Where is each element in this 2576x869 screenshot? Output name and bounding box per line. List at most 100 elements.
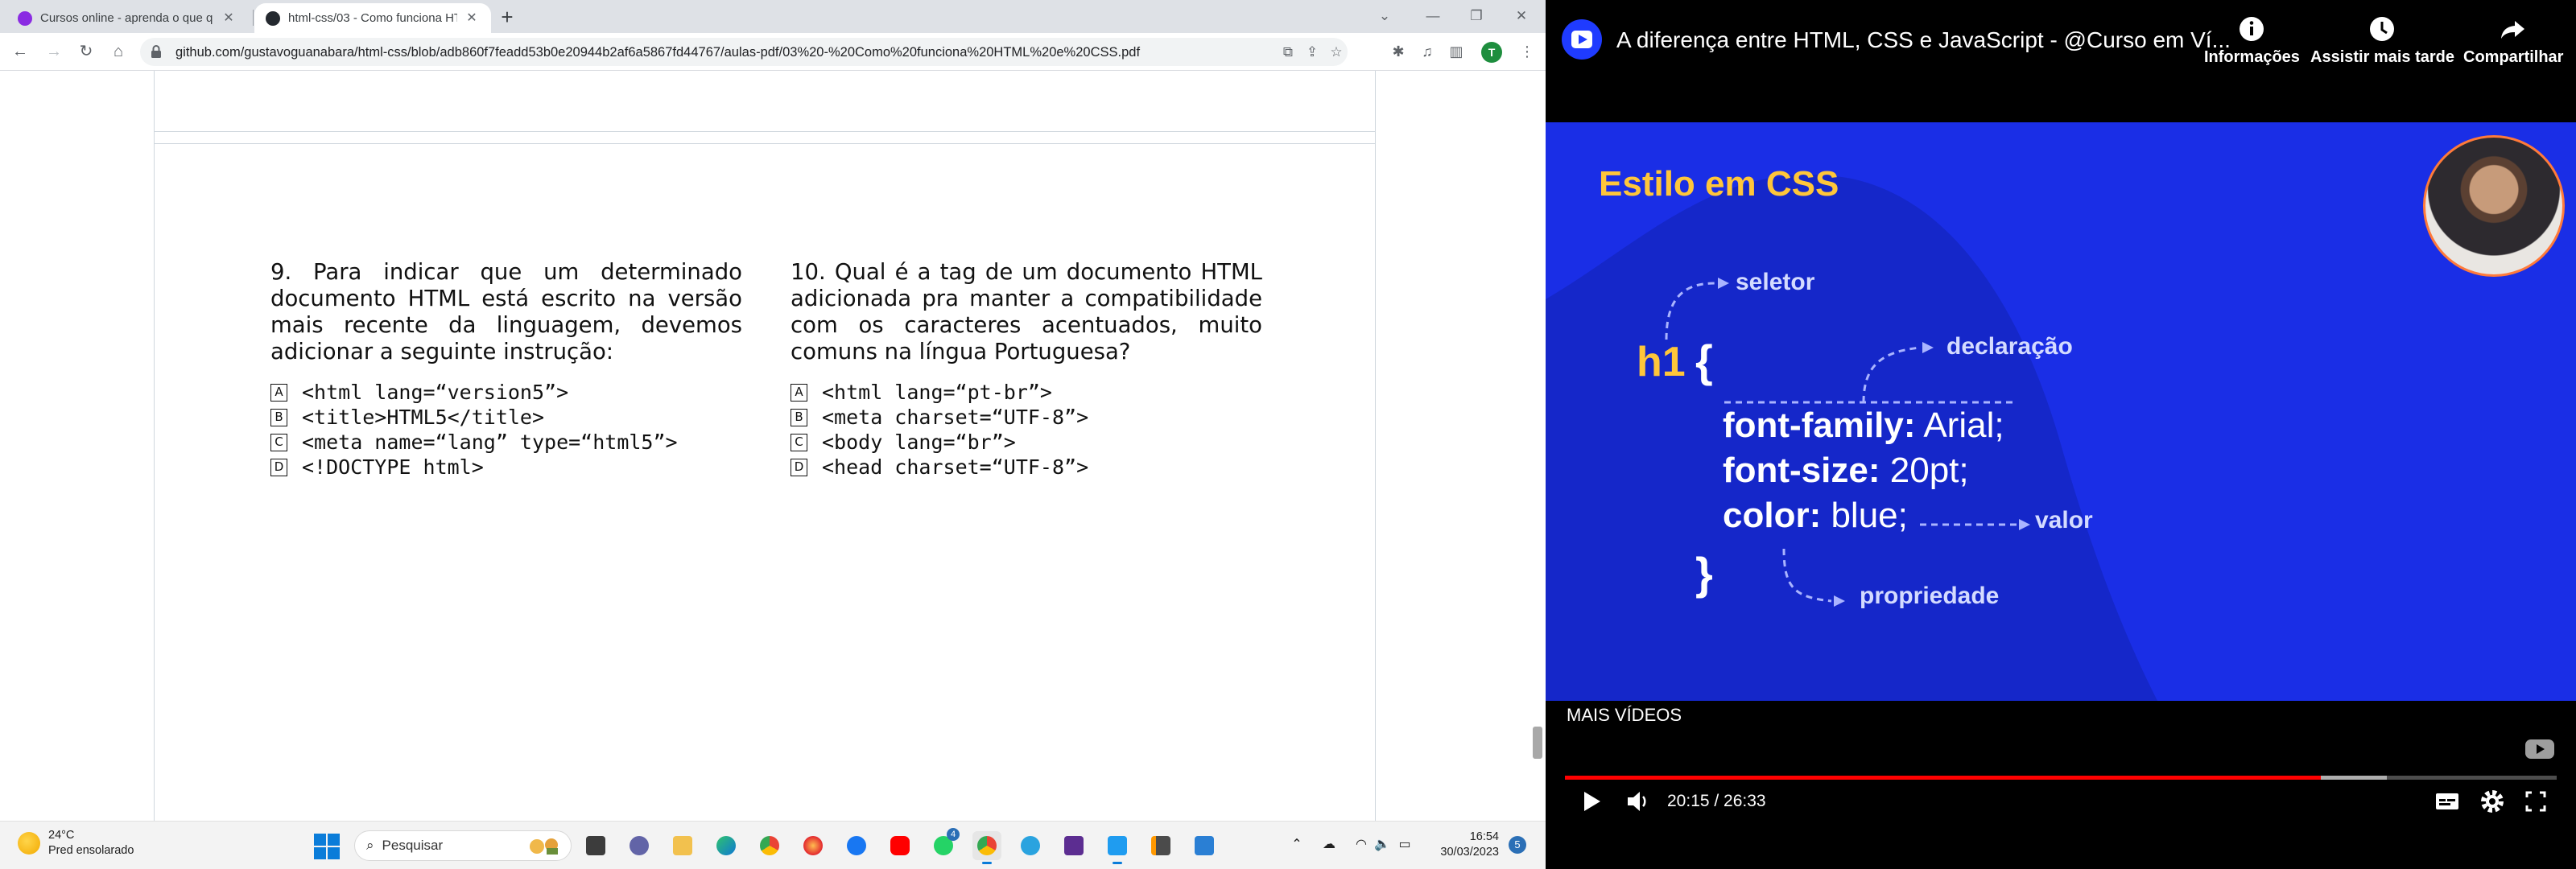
option-letter: A	[270, 383, 287, 402]
task-view-app[interactable]	[581, 831, 610, 860]
tab-cursos-online[interactable]: Cursos online - aprenda o que q ✕	[6, 3, 248, 33]
menu-kebab-icon[interactable]: ⋮	[1515, 39, 1539, 64]
option-letter: D	[791, 458, 807, 476]
vscode-app[interactable]	[1103, 831, 1132, 864]
youtube-logo-icon[interactable]	[2524, 737, 2555, 761]
weather-widget[interactable]: 24°C Pred ensolarado	[18, 828, 134, 859]
play-icon[interactable]	[1575, 785, 1607, 818]
bookmark-star-icon[interactable]: ☆	[1327, 43, 1346, 62]
address-bar[interactable]: github.com/gustavoguanabara/html-css/blo…	[140, 38, 1348, 66]
option-c: C <body lang=“br”>	[791, 430, 1088, 455]
chrome-icon	[760, 836, 779, 855]
option-d: D <head charset=“UTF-8”>	[791, 455, 1088, 480]
share-label: Compartilhar	[2463, 48, 2564, 66]
volume-icon[interactable]	[1621, 785, 1653, 818]
weather-desc: Pred ensolarado	[48, 844, 134, 857]
close-tab-icon[interactable]: ✕	[464, 10, 480, 27]
time-display: 20:15 / 26:33	[1667, 792, 1766, 810]
paint-app[interactable]	[1190, 831, 1219, 860]
video-frame[interactable]: Estilo em CSS seletor declaração valor p…	[1546, 122, 2576, 701]
whatsapp-app[interactable]: 4	[929, 828, 960, 860]
youtube-icon	[890, 836, 910, 855]
taskbar-search[interactable]: ⌕ Pesquisar	[354, 830, 572, 861]
pdf-viewport[interactable]: 9. Para indicar que um determinado docum…	[0, 71, 1546, 821]
more-videos-label[interactable]: MAIS VÍDEOS	[1567, 705, 1682, 726]
fullscreen-icon[interactable]	[2520, 785, 2552, 818]
weather-text: 24°C Pred ensolarado	[48, 828, 134, 859]
share-button[interactable]: Compartilhar	[2463, 14, 2563, 67]
chrome-app-2[interactable]	[972, 831, 1001, 864]
visual-studio-app[interactable]	[1059, 831, 1088, 860]
new-tab-button[interactable]: +	[496, 6, 518, 29]
vscode-icon	[1108, 836, 1127, 855]
page-divider	[155, 131, 1375, 132]
wifi-icon[interactable]: ◠	[1352, 836, 1370, 854]
profile-avatar[interactable]: T	[1481, 42, 1502, 63]
question-9-text: 9. Para indicar que um determinado docum…	[270, 259, 742, 364]
share-page-icon[interactable]: ⇪	[1302, 43, 1322, 62]
chrome-icon	[977, 836, 997, 855]
lock-icon[interactable]	[150, 44, 163, 59]
css-line-font-size: font-size: 20pt;	[1723, 451, 1969, 491]
open-brace: {	[1695, 336, 1713, 386]
windows-start-icon[interactable]	[314, 834, 340, 859]
watch-later-button[interactable]: Assistir mais tarde	[2310, 14, 2454, 67]
onedrive-icon[interactable]: ☁	[1320, 836, 1338, 854]
info-icon	[2240, 17, 2264, 41]
option-letter: B	[791, 408, 807, 426]
progress-played	[1565, 776, 2322, 780]
option-d: D <!DOCTYPE html>	[270, 455, 678, 480]
option-letter: C	[270, 433, 287, 451]
settings-gear-icon[interactable]	[2476, 785, 2508, 818]
extensions-icon[interactable]: ✱	[1386, 39, 1410, 64]
chrome-app-1[interactable]	[755, 831, 784, 860]
restore-button[interactable]: ❐	[1465, 5, 1488, 27]
forward-button[interactable]: →	[42, 39, 66, 64]
pdf-page: 9. Para indicar que um determinado docum…	[154, 71, 1376, 821]
progress-bar[interactable]	[1565, 776, 2557, 780]
option-b: B <title>HTML5</title>	[270, 405, 678, 430]
subtitles-icon[interactable]	[2431, 785, 2463, 818]
telegram-icon	[1021, 836, 1040, 855]
browser-toolbar: ← → ↻ ⌂ github.com/gustavoguanabara/html…	[0, 33, 1546, 71]
option-c: C <meta name=“lang” type=“html5”>	[270, 430, 678, 455]
pdf-scrollbar[interactable]	[1530, 142, 1546, 821]
channel-logo-icon[interactable]	[1562, 19, 1602, 60]
url-text[interactable]: github.com/gustavoguanabara/html-css/blo…	[175, 45, 1140, 60]
reload-button[interactable]: ↻	[74, 39, 98, 64]
page-divider	[155, 143, 1375, 144]
tab-strip: Cursos online - aprenda o que q ✕ html-c…	[0, 0, 1546, 33]
media-control-icon[interactable]: ♫	[1415, 39, 1439, 64]
close-window-button[interactable]: ✕	[1510, 5, 1533, 27]
folder-icon	[673, 836, 692, 855]
browser-window: Cursos online - aprenda o que q ✕ html-c…	[0, 0, 1546, 821]
home-button[interactable]: ⌂	[106, 39, 130, 64]
translate-icon[interactable]: ⧉	[1278, 43, 1298, 62]
purple-app-icon	[1064, 836, 1084, 855]
minimize-button[interactable]: —	[1422, 5, 1444, 27]
firefox-app[interactable]	[799, 831, 828, 860]
option-code: <title>HTML5</title>	[302, 406, 545, 429]
notification-badge[interactable]: 5	[1509, 836, 1526, 854]
facebook-app[interactable]	[842, 831, 871, 860]
volume-icon[interactable]: 🔈	[1373, 836, 1391, 854]
firefox-icon	[803, 836, 823, 855]
video-title[interactable]: A diferença entre HTML, CSS e JavaScript…	[1616, 27, 2231, 53]
close-tab-icon[interactable]: ✕	[221, 10, 237, 27]
battery-icon[interactable]: ▭	[1396, 836, 1414, 854]
telegram-app[interactable]	[1016, 831, 1045, 860]
clock[interactable]: 16:54 30/03/2023	[1425, 830, 1499, 860]
scroll-thumb[interactable]	[1533, 727, 1542, 759]
file-explorer-app[interactable]	[668, 831, 697, 860]
css-value: Arial;	[1915, 406, 2004, 445]
info-button[interactable]: Informações	[2204, 14, 2300, 67]
edge-app[interactable]	[712, 831, 741, 860]
side-panel-icon[interactable]: ▥	[1444, 39, 1468, 64]
tab-html-css-pdf[interactable]: html-css/03 - Como funciona HT ✕	[254, 3, 491, 33]
chat-app[interactable]	[625, 831, 654, 860]
back-button[interactable]: ←	[8, 39, 32, 64]
sublime-app[interactable]	[1146, 831, 1175, 860]
chevron-up-icon[interactable]: ⌃	[1288, 836, 1306, 854]
tab-search-icon[interactable]: ⌄	[1373, 5, 1396, 27]
youtube-app[interactable]	[886, 831, 914, 860]
